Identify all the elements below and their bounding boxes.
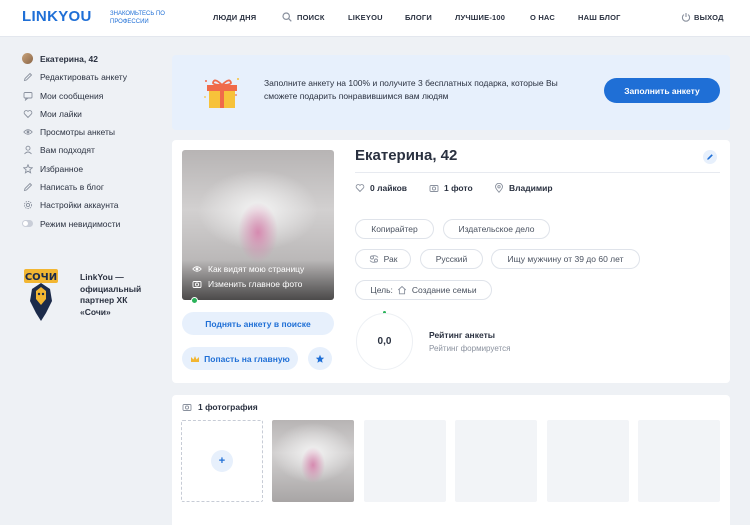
rating-title: Рейтинг анкеты [429,330,495,340]
fill-profile-banner: Заполните анкету на 100% и получите 3 бе… [172,55,730,130]
crown-icon [190,355,200,363]
photos-title: 1 фотография [182,402,258,412]
add-photo-button[interactable]: + [211,450,233,472]
pencil-icon [22,71,33,82]
sidebar-item-invisible-mode[interactable]: Режим невидимости [22,217,120,230]
heart-icon [22,108,33,119]
empty-photo-slot [455,420,537,502]
location-pin-icon [494,183,504,193]
sidebar-item-favorites[interactable]: Избранное [22,162,83,175]
chip-profession[interactable]: Копирайтер [355,219,434,239]
chip-language[interactable]: Русский [420,249,483,269]
empty-photo-slot [547,420,629,502]
gift-icon [204,78,239,108]
sidebar-item-profile[interactable]: Екатерина, 42 [22,52,98,65]
main-photo[interactable]: Как видят мою страницу Изменить главное … [182,150,334,300]
power-icon[interactable] [681,12,691,22]
empty-photo-slot [638,420,720,502]
edit-profile-button[interactable] [703,150,717,164]
site-logo[interactable]: LINKYOU [22,8,92,25]
nav-about[interactable]: О НАС [530,13,555,22]
add-photo-tile[interactable]: + [181,420,263,502]
sidebar-item-settings[interactable]: Настройки аккаунта [22,198,119,211]
camera-icon [182,402,192,412]
online-status-dot [191,297,198,304]
svg-text:СОЧИ: СОЧИ [25,272,57,283]
star-icon [315,354,325,363]
camera-icon [429,183,439,193]
sidebar-item-label: Настройки аккаунта [40,199,119,210]
eye-icon [192,264,202,274]
message-icon [22,90,33,101]
eye-icon [22,126,33,137]
site-tagline: ЗНАКОМЬТЕСЬ ПО ПРОФЕССИИ [110,11,165,25]
sidebar-item-views[interactable]: Просмотры анкеты [22,125,115,138]
chip-looking-for[interactable]: Ищу мужчину от 39 до 60 лет [491,249,640,269]
likes-count[interactable]: 0 лайков [355,183,407,193]
heart-icon [355,183,365,193]
rating-subtitle: Рейтинг формируется [429,344,511,353]
chip-goal[interactable]: Цель: Создание семьи [355,280,492,300]
sidebar-item-label: Вам подходят [40,144,95,155]
partner-text[interactable]: LinkYou — официальный партнер ХК «Сочи» [80,272,160,318]
banner-text: Заполните анкету на 100% и получите 3 бе… [264,78,558,101]
sidebar-item-messages[interactable]: Мои сообщения [22,89,103,102]
avatar [22,53,33,64]
view-my-page-link[interactable]: Как видят мою страницу [192,264,304,274]
sidebar-item-label: Екатерина, 42 [40,53,98,64]
star-icon [22,163,33,174]
sidebar-item-likes[interactable]: Мои лайки [22,107,82,120]
photos-count[interactable]: 1 фото [429,183,473,193]
profile-name: Екатерина, 42 [355,147,458,164]
divider [355,172,720,173]
change-main-photo-link[interactable]: Изменить главное фото [192,279,302,289]
nav-blogs[interactable]: БЛОГИ [405,13,432,22]
sidebar-item-edit-profile[interactable]: Редактировать анкету [22,70,127,83]
favorite-star-button[interactable] [308,347,332,370]
sidebar-item-label: Редактировать анкету [40,71,127,82]
nav-best-100[interactable]: ЛУЧШИЕ-100 [455,13,505,22]
hc-sochi-logo[interactable]: СОЧИ [22,265,60,323]
invisible-mode-toggle[interactable] [22,218,33,229]
pencil-icon [707,154,713,160]
house-icon [397,285,407,295]
sidebar-item-label: Написать в блог [40,181,104,192]
logout-link[interactable]: ВЫХОД [694,13,724,22]
camera-icon [192,279,202,289]
sidebar-item-label: Просмотры анкеты [40,126,115,137]
gear-icon [22,199,33,210]
nav-people-of-day[interactable]: ЛЮДИ ДНЯ [213,13,256,22]
sidebar-item-label: Мои сообщения [40,90,104,101]
search-icon[interactable] [282,12,292,22]
zodiac-cancer-icon [369,254,379,264]
chip-zodiac[interactable]: Рак [355,249,411,269]
sidebar-item-label: Мои лайки [40,108,82,119]
profile-card: Как видят мою страницу Изменить главное … [172,140,730,383]
photo-thumbnail[interactable] [272,420,354,502]
nav-our-blog[interactable]: НАШ БЛОГ [578,13,621,22]
sidebar-item-label: Режим невидимости [40,218,121,229]
sidebar-item-write-blog[interactable]: Написать в блог [22,180,104,193]
edit-icon [22,181,33,192]
city: Владимир [494,183,553,193]
sidebar-item-matches[interactable]: Вам подходят [22,143,95,156]
nav-search[interactable]: ПОИСК [297,13,325,22]
rating-circle: 0,0 [356,313,413,370]
sidebar-item-label: Избранное [40,163,84,174]
fill-profile-button[interactable]: Заполнить анкету [604,78,720,103]
raise-profile-button[interactable]: Поднять анкету в поиске [182,312,334,335]
photos-section: 1 фотография + [172,395,730,525]
top-header: LINKYOU ЗНАКОМЬТЕСЬ ПО ПРОФЕССИИ ЛЮДИ ДН… [0,0,750,37]
chip-industry[interactable]: Издательское дело [443,219,550,239]
user-icon [22,144,33,155]
nav-likeyou[interactable]: LIKEYOU [348,13,383,22]
empty-photo-slot [364,420,446,502]
get-to-homepage-button[interactable]: Попасть на главную [182,347,298,370]
